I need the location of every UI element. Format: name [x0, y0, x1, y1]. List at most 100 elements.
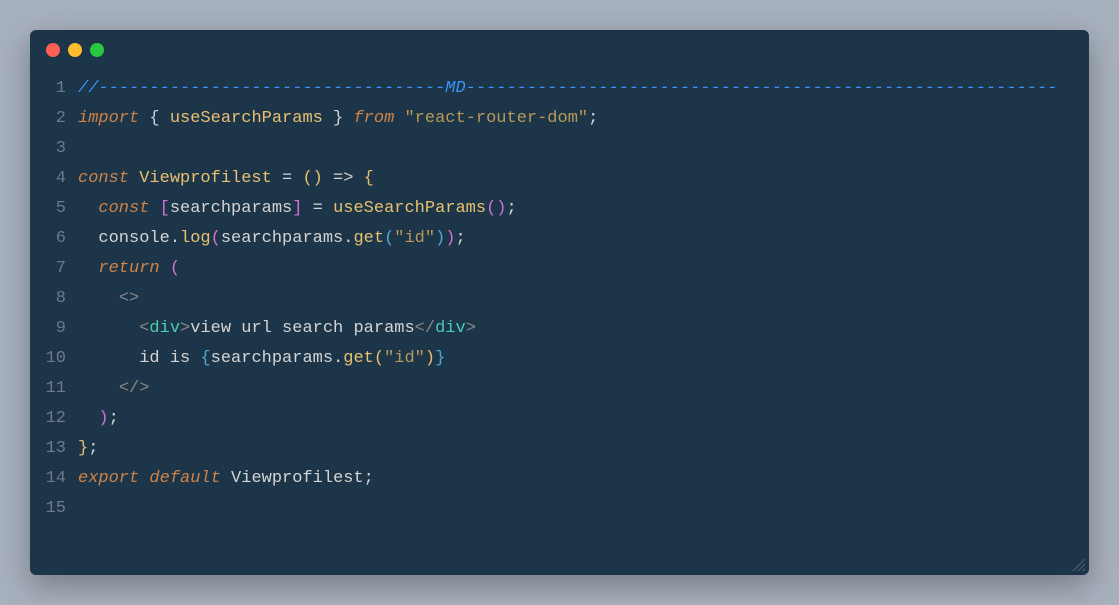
punct-token: .: [343, 229, 353, 248]
paren-token: ): [496, 199, 506, 218]
tag-token: div: [435, 319, 466, 338]
line-number: 13: [44, 434, 66, 464]
close-window-button[interactable]: [46, 43, 60, 57]
code-line: <>: [78, 284, 1069, 314]
keyword-token: import: [78, 109, 139, 128]
code-line: export default Viewprofilest;: [78, 464, 1069, 494]
identifier-token: useSearchParams: [170, 109, 323, 128]
function-token: useSearchParams: [333, 199, 486, 218]
brace-token: }: [435, 349, 445, 368]
line-number: 2: [44, 104, 66, 134]
paren-token: ): [445, 229, 455, 248]
space-token: [221, 469, 231, 488]
text-token: id is: [139, 349, 200, 368]
line-number: 14: [44, 464, 66, 494]
keyword-token: return: [98, 259, 159, 278]
identifier-token: searchparams: [211, 349, 333, 368]
paren-token: (: [302, 169, 312, 188]
indent-token: [78, 319, 139, 338]
paren-token: ): [98, 409, 108, 428]
bracket-token: [: [160, 199, 170, 218]
tag-punct-token: <: [139, 319, 149, 338]
code-line: console.log(searchparams.get("id"));: [78, 224, 1069, 254]
tag-punct-token: >: [139, 379, 149, 398]
indent-token: [78, 409, 98, 428]
string-token: "id": [384, 349, 425, 368]
paren-token: ): [435, 229, 445, 248]
identifier-token: Viewprofilest: [231, 469, 364, 488]
code-line: const [searchparams] = useSearchParams()…: [78, 194, 1069, 224]
punct-token: ;: [507, 199, 517, 218]
punct-token: ;: [456, 229, 466, 248]
code-line: [78, 134, 1069, 164]
line-number-gutter: 1 2 3 4 5 6 7 8 9 10 11 12 13 14 15: [30, 74, 78, 524]
code-editor-window: 1 2 3 4 5 6 7 8 9 10 11 12 13 14 15 //--…: [30, 30, 1089, 575]
bracket-token: ]: [292, 199, 302, 218]
space-token: [149, 199, 159, 218]
code-line: import { useSearchParams } from "react-r…: [78, 104, 1069, 134]
resize-handle-icon[interactable]: [1072, 558, 1086, 572]
line-number: 4: [44, 164, 66, 194]
method-token: get: [353, 229, 384, 248]
identifier-token: searchparams: [221, 229, 343, 248]
maximize-window-button[interactable]: [90, 43, 104, 57]
paren-token: (: [384, 229, 394, 248]
identifier-token: Viewprofilest: [139, 169, 272, 188]
line-number: 10: [44, 344, 66, 374]
space-token: [129, 169, 139, 188]
brace-token: }: [78, 439, 88, 458]
string-token: "react-router-dom": [404, 109, 588, 128]
keyword-token: export: [78, 469, 139, 488]
indent-token: [78, 289, 119, 308]
line-number: 3: [44, 134, 66, 164]
code-line: //----------------------------------MD--…: [78, 74, 1069, 104]
punct-token: {: [139, 109, 170, 128]
code-area[interactable]: 1 2 3 4 5 6 7 8 9 10 11 12 13 14 15 //--…: [30, 70, 1089, 524]
line-number: 12: [44, 404, 66, 434]
keyword-token: const: [98, 199, 149, 218]
code-line: [78, 494, 1069, 524]
code-line: };: [78, 434, 1069, 464]
tag-punct-token: >: [180, 319, 190, 338]
tag-punct-token: </: [415, 319, 435, 338]
line-number: 11: [44, 374, 66, 404]
line-number: 7: [44, 254, 66, 284]
punct-token: ;: [588, 109, 598, 128]
code-line: id is {searchparams.get("id")}: [78, 344, 1069, 374]
keyword-token: default: [149, 469, 220, 488]
indent-token: [78, 259, 98, 278]
punct-token: =: [302, 199, 333, 218]
line-number: 6: [44, 224, 66, 254]
paren-token: ): [313, 169, 323, 188]
line-number: 1: [44, 74, 66, 104]
punct-token: }: [323, 109, 354, 128]
punct-token: .: [170, 229, 180, 248]
keyword-token: from: [353, 109, 394, 128]
code-line: const Viewprofilest = () => {: [78, 164, 1069, 194]
identifier-token: console: [98, 229, 169, 248]
paren-token: (: [374, 349, 384, 368]
window-title-bar: [30, 30, 1089, 70]
punct-token: =: [272, 169, 303, 188]
indent-token: [78, 379, 119, 398]
minimize-window-button[interactable]: [68, 43, 82, 57]
code-content[interactable]: //----------------------------------MD--…: [78, 74, 1089, 524]
tag-token: div: [149, 319, 180, 338]
keyword-token: const: [78, 169, 129, 188]
comment-token: ----------------------------------: [98, 79, 445, 98]
paren-token: (: [211, 229, 221, 248]
line-number: 5: [44, 194, 66, 224]
code-line: <div>view url search params</div>: [78, 314, 1069, 344]
code-line: return (: [78, 254, 1069, 284]
brace-token: {: [364, 169, 374, 188]
tag-punct-token: >: [466, 319, 476, 338]
punct-token: ;: [109, 409, 119, 428]
line-number: 8: [44, 284, 66, 314]
comment-token: ----------------------------------------…: [466, 79, 1058, 98]
punct-token: .: [333, 349, 343, 368]
space-token: [160, 259, 170, 278]
code-line: );: [78, 404, 1069, 434]
line-number: 15: [44, 494, 66, 524]
paren-token: (: [486, 199, 496, 218]
paren-token: (: [170, 259, 180, 278]
